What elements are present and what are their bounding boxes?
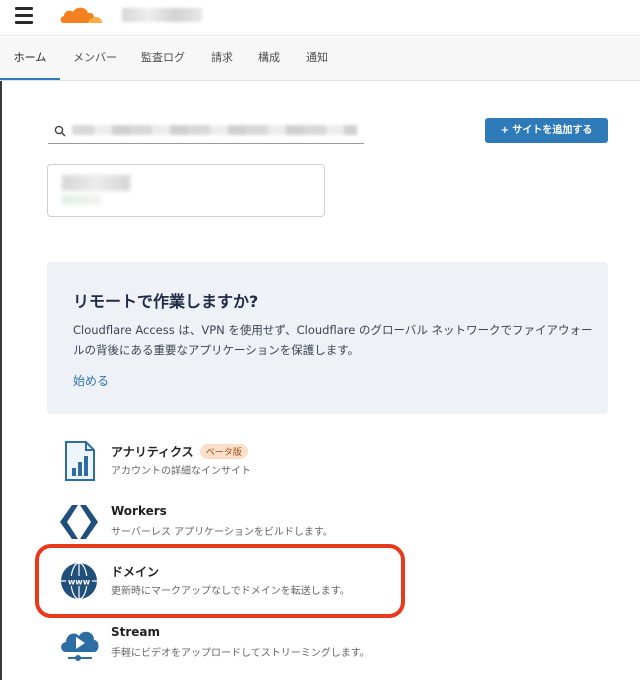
tab-audit-log[interactable]: 監査ログ (136, 37, 190, 80)
top-bar (0, 0, 640, 36)
tab-billing[interactable]: 請求 (205, 37, 239, 80)
app-title-analytics: アナリティクス (111, 445, 194, 459)
cloudflare-cloud-icon[interactable] (58, 3, 104, 27)
remote-work-promo: リモートで作業しますか? Cloudflare Access は、VPN を使用… (47, 262, 608, 414)
workers-hexagon-icon (60, 505, 98, 539)
window-edge (0, 81, 2, 680)
app-desc-analytics: アカウントの詳細なインサイト (111, 466, 251, 477)
add-site-button[interactable]: + サイトを追加する (485, 118, 608, 143)
app-desc-stream: 手軽にビデオをアップロードしてストリーミングします。 (111, 648, 370, 659)
app-stream[interactable]: Stream 手軽にビデオをアップロードしてストリーミングします。 (58, 622, 418, 670)
site-status-redacted (62, 195, 102, 205)
site-name-redacted (62, 175, 130, 191)
tab-members[interactable]: メンバー (68, 37, 122, 80)
hamburger-menu-icon[interactable] (15, 7, 33, 25)
tab-home[interactable]: ホーム (0, 37, 60, 80)
app-workers[interactable]: Workers サーバーレス アプリケーションをビルドします。 (58, 501, 418, 549)
annotation-highlight-box (35, 544, 405, 618)
analytics-chart-icon (65, 441, 95, 481)
app-title-workers: Workers (111, 504, 167, 518)
app-title-stream: Stream (111, 625, 161, 639)
beta-badge: ベータ版 (199, 444, 248, 459)
search-text-redacted (72, 125, 357, 135)
stream-cloud-play-icon (61, 631, 99, 661)
promo-title: リモートで作業しますか? (73, 292, 259, 311)
promo-get-started-link[interactable]: 始める (73, 372, 109, 389)
tab-configuration[interactable]: 構成 (252, 37, 286, 80)
tab-notifications[interactable]: 通知 (300, 37, 334, 80)
search-icon (54, 125, 66, 137)
site-search[interactable] (48, 120, 364, 144)
account-name-redacted[interactable] (122, 8, 202, 22)
app-analytics[interactable]: アナリティクス ベータ版 アカウントの詳細なインサイト (58, 440, 418, 488)
site-card[interactable] (47, 164, 325, 217)
promo-body: Cloudflare Access は、VPN を使用せず、Cloudflare… (73, 323, 593, 357)
tab-bar: ホーム メンバー 監査ログ 請求 構成 通知 (0, 37, 640, 81)
app-desc-workers: サーバーレス アプリケーションをビルドします。 (111, 527, 333, 538)
